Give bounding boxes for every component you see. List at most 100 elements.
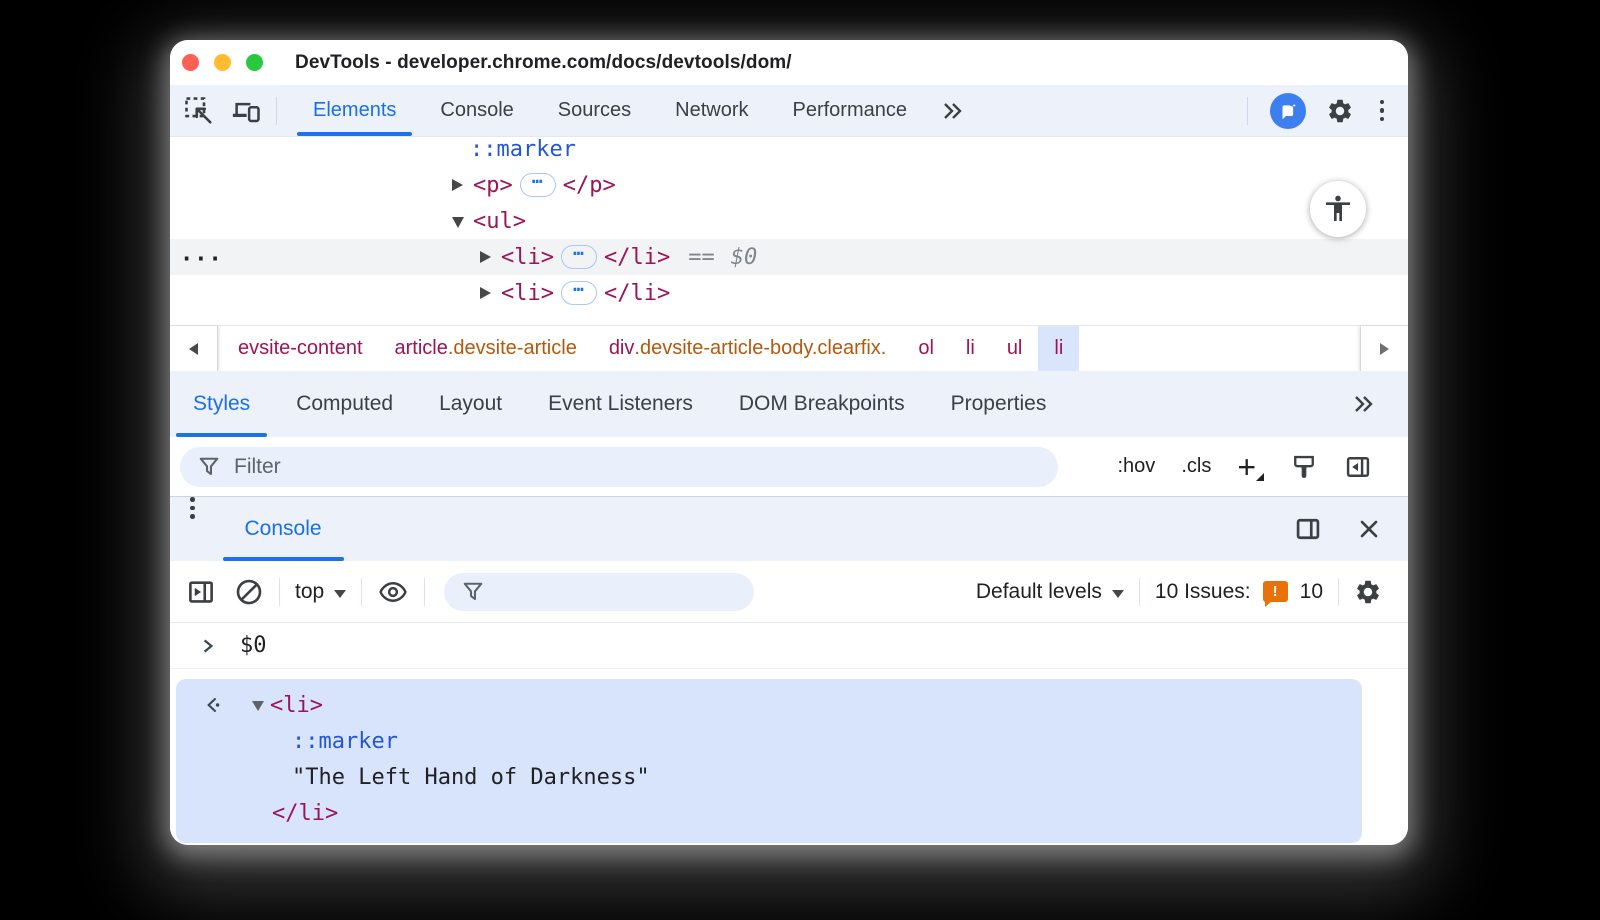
accessibility-icon[interactable] [1310, 181, 1366, 237]
disclosure-right-icon[interactable] [480, 287, 491, 299]
tag-open: <li> [501, 244, 554, 270]
tab-event-listeners[interactable]: Event Listeners [525, 371, 716, 437]
crumb-li-selected[interactable]: li [1038, 326, 1080, 371]
crumb-div[interactable]: div .devsite-article-body.clearfix. [593, 326, 903, 371]
inline-expand-icon[interactable]: ⋯ [519, 173, 556, 197]
tab-layout[interactable]: Layout [416, 371, 525, 437]
tree-row-ul[interactable]: <ul> [170, 203, 1408, 239]
returned-value-icon [204, 695, 224, 715]
tag-close: </p> [562, 172, 616, 198]
tab-styles[interactable]: Styles [170, 371, 273, 437]
filter-placeholder: Filter [234, 454, 281, 478]
tag-close: </li> [603, 280, 671, 306]
tag-open: <li> [501, 280, 554, 306]
tab-computed[interactable]: Computed [273, 371, 416, 437]
window-title: DevTools - developer.chrome.com/docs/dev… [295, 51, 792, 73]
tag-open: <p> [473, 172, 513, 198]
styles-section-tabs: Styles Computed Layout Event Listeners D… [170, 371, 1408, 437]
breadcrumb-scroll-right-icon[interactable] [1360, 326, 1408, 371]
kebab-menu-icon[interactable] [1374, 98, 1391, 124]
tab-console[interactable]: Console [418, 85, 535, 136]
result-tag-close: </li> [272, 800, 339, 826]
more-tabs-icon[interactable] [1350, 371, 1378, 437]
console-command-echo[interactable]: $0 [170, 623, 1408, 669]
result-tag-open: <li> [270, 692, 323, 718]
settings-gear-icon[interactable] [1326, 97, 1354, 125]
dollar-zero-ref: $0 [730, 244, 758, 270]
more-tabs-icon[interactable] [929, 99, 977, 123]
title-bar: DevTools - developer.chrome.com/docs/dev… [170, 40, 1408, 85]
close-window-button[interactable] [182, 54, 199, 71]
toolbar-divider [1338, 577, 1339, 606]
ai-assistance-icon[interactable] [1269, 92, 1306, 129]
toolbar-divider [279, 577, 280, 606]
dock-sidebar-left-icon[interactable] [1344, 453, 1372, 481]
disclosure-right-icon[interactable] [480, 251, 491, 263]
elements-dom-tree: ::marker <p> ⋯ </p> <ul> ... <li> ⋯ </li… [170, 137, 1408, 325]
devtools-window: DevTools - developer.chrome.com/docs/dev… [170, 40, 1408, 845]
styles-filter-bar: Filter :hov .cls + [170, 437, 1408, 497]
close-drawer-icon[interactable] [1356, 516, 1382, 542]
inspect-element-icon[interactable] [184, 96, 214, 126]
live-expression-eye-icon[interactable] [377, 577, 409, 607]
tag-open: <ul> [473, 208, 526, 234]
toggle-hover-state-button[interactable]: :hov [1118, 455, 1156, 478]
console-result-block[interactable]: <li> ::marker "The Left Hand of Darkness… [176, 679, 1362, 843]
console-toolbar: top Default levels 10 Issues: ! 10 [170, 561, 1408, 623]
crumb-article[interactable]: article .devsite-article [379, 326, 593, 371]
tag-close: </li> [603, 244, 671, 270]
devtools-toolbar: Elements Console Sources Network Perform… [170, 85, 1408, 137]
clear-console-icon[interactable] [234, 577, 264, 607]
console-messages: $0 <li> ::marker "The Left Hand of Darkn… [170, 623, 1408, 845]
tree-row-li[interactable]: <li> ⋯ </li> [170, 275, 1408, 311]
crumb-devsite-content[interactable]: evsite-content [222, 326, 379, 371]
tree-row-li-selected[interactable]: ... <li> ⋯ </li> == $0 [170, 239, 1408, 275]
drawer-kebab-menu-icon[interactable] [170, 497, 203, 561]
inline-expand-icon[interactable]: ⋯ [560, 281, 597, 305]
equals-sign: == [688, 244, 715, 270]
toolbar-divider [1246, 96, 1248, 125]
pseudo-element-label: ::marker [470, 137, 576, 162]
crumb-ul[interactable]: ul [991, 326, 1039, 371]
inline-expand-icon[interactable]: ⋯ [560, 245, 597, 269]
tab-properties[interactable]: Properties [928, 371, 1070, 437]
toggle-class-button[interactable]: .cls [1181, 455, 1211, 478]
toolbar-divider [276, 96, 277, 125]
toolbar-divider [1138, 577, 1140, 606]
breadcrumb-scroll-left-icon[interactable] [170, 326, 218, 371]
tab-sources[interactable]: Sources [536, 85, 653, 136]
toolbar-divider [424, 577, 426, 606]
console-settings-gear-icon[interactable] [1354, 578, 1382, 606]
tree-row-marker[interactable]: ::marker [170, 137, 1408, 167]
crumb-li[interactable]: li [950, 326, 991, 371]
console-drawer-header: Console [170, 497, 1408, 561]
tab-dom-breakpoints[interactable]: DOM Breakpoints [716, 371, 928, 437]
tab-network[interactable]: Network [653, 85, 770, 136]
tab-performance[interactable]: Performance [771, 85, 930, 136]
issues-badge-icon: ! [1262, 581, 1288, 607]
dom-breadcrumb-bar: evsite-content article .devsite-article d… [170, 325, 1408, 371]
crumb-ol[interactable]: ol [902, 326, 950, 371]
show-console-sidebar-icon[interactable] [186, 577, 216, 607]
log-levels-select[interactable]: Default levels [976, 580, 1124, 604]
row-actions-hint[interactable]: ... [180, 242, 223, 267]
disclosure-down-icon[interactable] [252, 701, 264, 711]
styles-filter-input[interactable]: Filter [180, 446, 1058, 487]
new-style-rule-button[interactable]: + [1237, 451, 1264, 483]
drawer-tab-console[interactable]: Console [217, 497, 350, 561]
execution-context-select[interactable]: top [295, 580, 347, 604]
tab-elements[interactable]: Elements [291, 85, 418, 136]
disclosure-down-icon[interactable] [452, 216, 464, 228]
console-filter-input[interactable] [444, 572, 755, 611]
minimize-window-button[interactable] [214, 54, 231, 71]
split-panel-icon[interactable] [1294, 515, 1322, 543]
toolbar-divider [361, 577, 363, 606]
disclosure-right-icon[interactable] [452, 179, 463, 191]
tree-row-p[interactable]: <p> ⋯ </p> [170, 167, 1408, 203]
result-pseudo-element[interactable]: ::marker [292, 729, 398, 754]
maximize-window-button[interactable] [246, 54, 263, 71]
issues-counter[interactable]: 10 Issues: ! 10 [1155, 580, 1323, 607]
paint-flashing-icon[interactable] [1290, 453, 1318, 481]
device-toolbar-icon[interactable] [230, 96, 262, 126]
filter-funnel-icon [198, 456, 220, 478]
